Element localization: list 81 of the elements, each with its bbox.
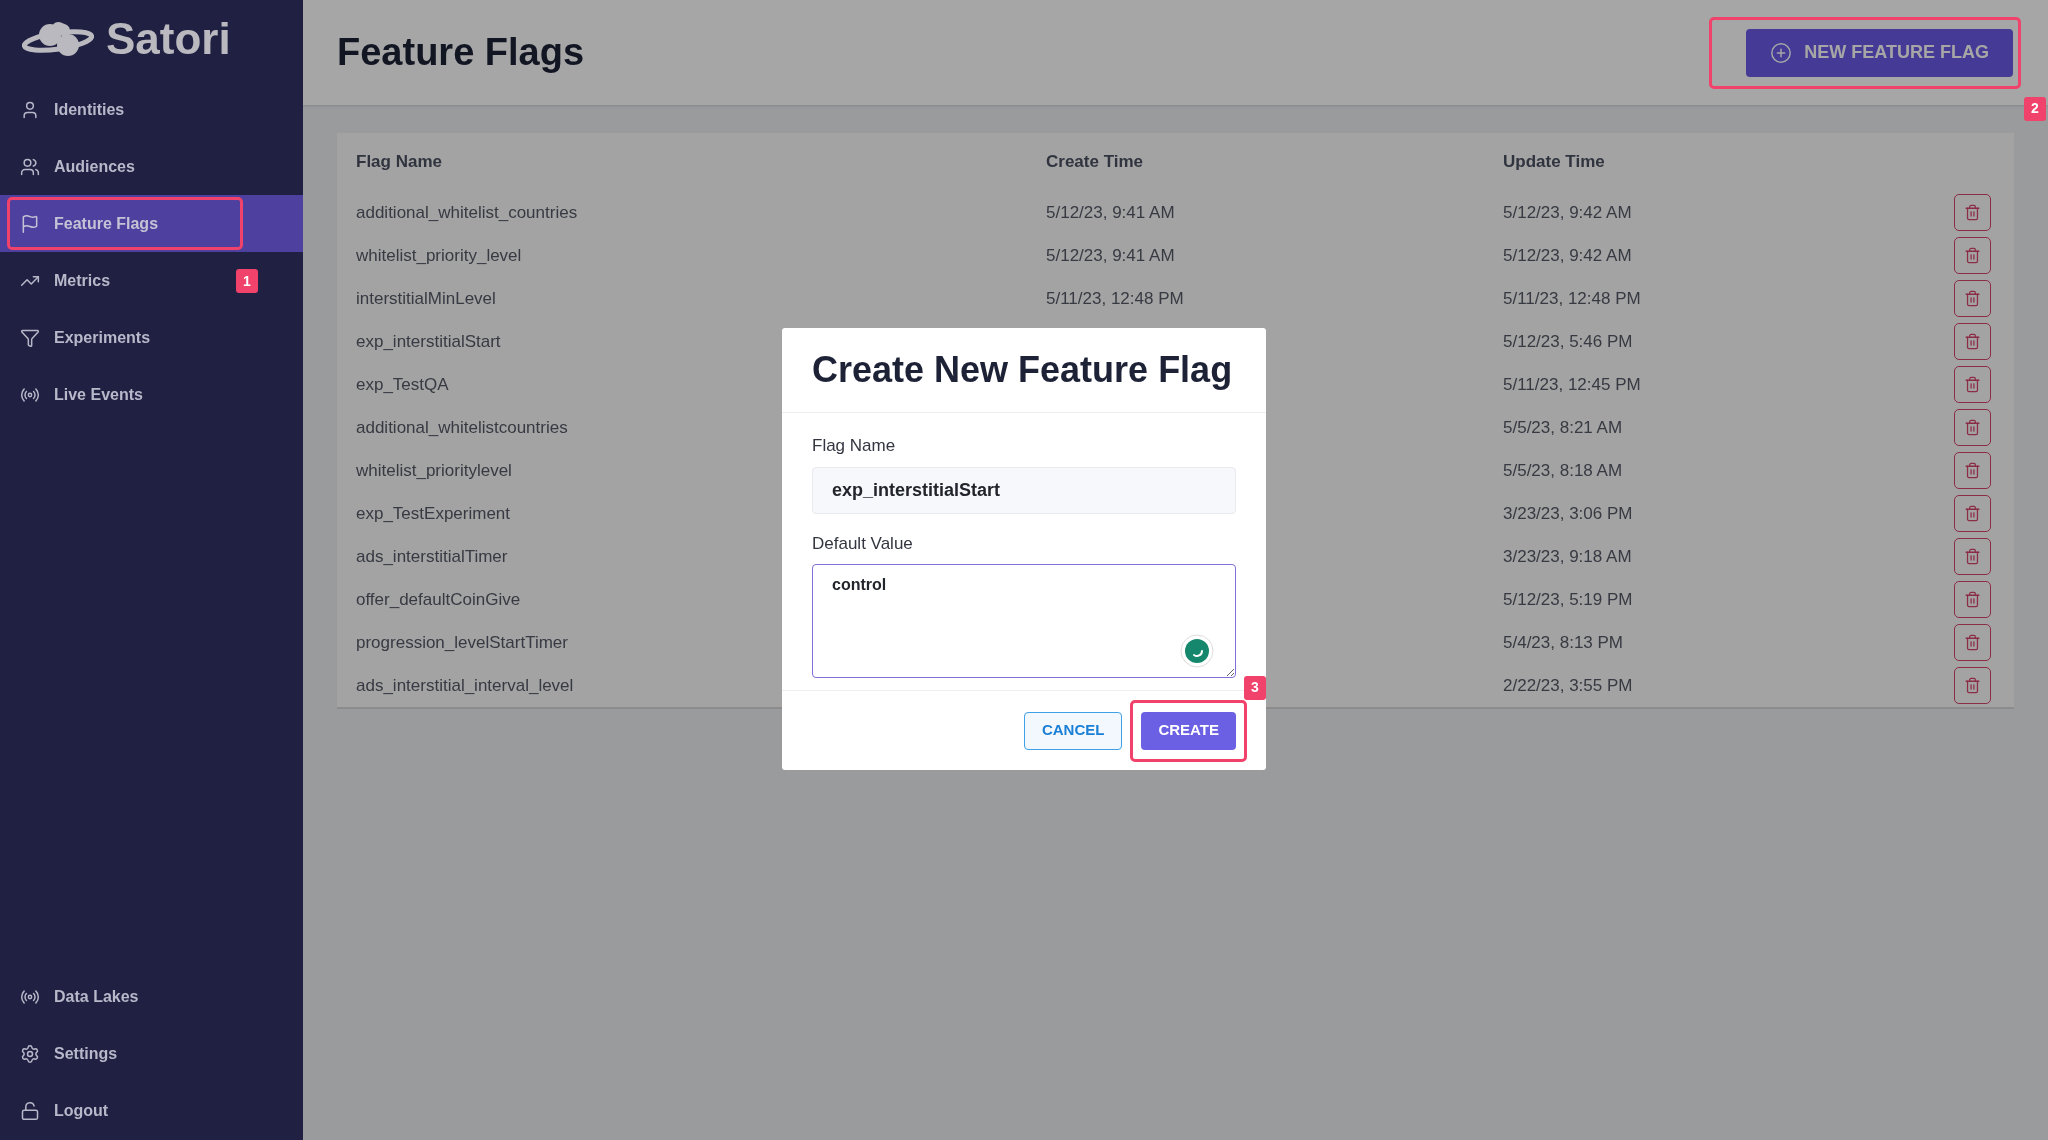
table-cell-text: 5/11/23, 12:48 PM [1503, 287, 1642, 310]
table-cell-text: 5/12/23, 9:42 AM [1503, 201, 1633, 224]
sidebar-item[interactable]: Audiences [0, 138, 303, 195]
delete-button[interactable] [1954, 323, 1991, 360]
page-title: Feature Flags [337, 30, 585, 75]
table-cell-text: 5/11/23, 12:45 PM [1503, 373, 1642, 396]
table-cell-text: exp_interstitialStart [356, 330, 502, 353]
table-cell-text: 5/12/23, 5:46 PM [1503, 330, 1634, 353]
column-header: Create Time [1046, 151, 1144, 174]
sidebar-item[interactable]: Logout [0, 1082, 303, 1139]
trash-icon [1964, 462, 1981, 479]
table-cell-text: 2/22/23, 3:55 PM [1503, 674, 1634, 697]
trash-icon [1964, 548, 1981, 565]
plus-circle-icon [1770, 41, 1793, 64]
table-cell-text: 5/12/23, 5:19 PM [1503, 588, 1634, 611]
delete-button[interactable] [1954, 538, 1991, 575]
delete-button[interactable] [1954, 194, 1991, 231]
table-cell: 5/12/23, 9:41 AM [1046, 245, 1175, 265]
table-cell-text: interstitialMinLevel [356, 287, 497, 310]
table-cell-text: 5/4/23, 8:13 PM [1503, 631, 1625, 654]
table-cell-text: exp_TestQA [356, 373, 450, 396]
table-cell-text: whitelist_prioritylevel [356, 459, 513, 482]
field-label: Flag Name [812, 435, 897, 457]
create-button[interactable]: CREATE [1141, 711, 1236, 750]
trash-icon [1964, 505, 1981, 522]
filter-icon [20, 327, 40, 348]
trash-icon [1964, 290, 1981, 307]
delete-button[interactable] [1954, 624, 1991, 661]
table-cell-text: progression_levelStartTimer [356, 631, 569, 654]
trash-icon [1964, 204, 1981, 221]
people-icon [20, 156, 40, 177]
brand-name: Satori [106, 17, 231, 61]
cancel-button[interactable]: CANCEL [1023, 711, 1123, 750]
table-cell-text: additional_whitelistcountries [356, 416, 569, 439]
default-value-field[interactable]: control [812, 564, 1236, 678]
delete-button[interactable] [1954, 495, 1991, 532]
table-cell-text: 3/23/23, 3:06 PM [1503, 502, 1634, 525]
table-cell: 5/12/23, 9:41 AM [1046, 202, 1175, 222]
trash-icon [1964, 333, 1981, 350]
trash-icon [1964, 247, 1981, 264]
trash-icon [1964, 591, 1981, 608]
delete-button[interactable] [1954, 667, 1991, 704]
dialog-title: Create New Feature Flag [812, 348, 1233, 392]
step-badge: 3 [1244, 675, 1266, 700]
delete-button[interactable] [1954, 280, 1991, 317]
table-cell-text: offer_defaultCoinGive [356, 588, 522, 611]
delete-button[interactable] [1954, 581, 1991, 618]
column-header: Update Time [1503, 151, 1606, 174]
sidebar-item[interactable]: Settings [0, 1025, 303, 1082]
column-header: Flag Name [356, 151, 443, 174]
trash-icon [1964, 376, 1981, 393]
delete-button[interactable] [1954, 409, 1991, 446]
sidebar-item[interactable]: Identities [0, 81, 303, 138]
spinner-icon [1180, 634, 1214, 668]
table-cell-text: additional_whitelist_countries [356, 201, 579, 224]
table-cell-text: 5/5/23, 8:21 AM [1503, 416, 1624, 439]
step-badge: 2 [2024, 96, 2046, 121]
trash-icon [1964, 419, 1981, 436]
new-feature-flag-button[interactable]: NEW FEATURE FLAG [1746, 28, 2013, 77]
trash-icon [1964, 634, 1981, 651]
table-cell-text: 5/12/23, 9:42 AM [1503, 244, 1633, 267]
table-cell-text: whitelist_priority_level [356, 244, 523, 267]
sidebar-item[interactable]: Live Events [0, 366, 303, 423]
delete-button[interactable] [1954, 366, 1991, 403]
table-cell-text: 5/5/23, 8:18 AM [1503, 459, 1624, 482]
table-cell-text: ads_interstitial_interval_level [356, 674, 575, 697]
table-cell-text: 3/23/23, 9:18 AM [1503, 545, 1633, 568]
table-cell-text: exp_TestExperiment [356, 502, 512, 525]
person-icon [20, 99, 40, 120]
flag-name-field[interactable]: exp_interstitialStart [812, 466, 1236, 514]
delete-button[interactable] [1954, 452, 1991, 489]
unlocked-padlock-icon [20, 1100, 40, 1121]
table-cell: 5/11/23, 12:48 PM [1046, 288, 1184, 308]
delete-button[interactable] [1954, 237, 1991, 274]
field-label: Default Value [812, 532, 914, 555]
sidebar-item[interactable]: Experiments [0, 309, 303, 366]
trash-icon [1964, 677, 1981, 694]
settings-icon [20, 1043, 40, 1064]
flag-icon [20, 213, 40, 234]
sidebar-item[interactable]: Data Lakes [0, 968, 303, 1025]
step-badge: 1 [236, 269, 258, 293]
